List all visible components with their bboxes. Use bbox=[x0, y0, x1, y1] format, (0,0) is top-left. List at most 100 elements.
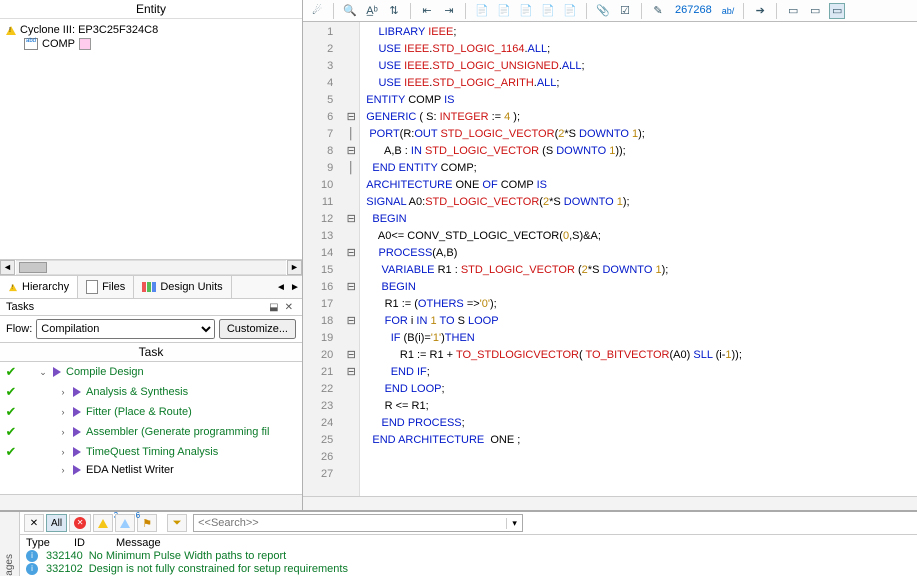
entity-comp-label: COMP bbox=[42, 38, 75, 50]
warning-icon bbox=[6, 26, 16, 35]
caret-icon[interactable]: › bbox=[58, 407, 68, 417]
warning-icon bbox=[9, 283, 17, 290]
tb-doc2-icon[interactable]: 📄 bbox=[496, 3, 512, 19]
message-table: Type ID Message i332140 No Minimum Pulse… bbox=[20, 535, 917, 576]
play-icon bbox=[53, 367, 61, 377]
caret-icon[interactable]: › bbox=[58, 465, 68, 475]
tasks-header: Tasks ⬓ ✕ bbox=[0, 299, 302, 316]
tasks-hscroll[interactable] bbox=[0, 494, 302, 510]
task-row[interactable]: ✔ › Assembler (Generate programming fil bbox=[0, 422, 302, 442]
message-filters: ✕ All ✕ 3 6 ⚑ ⏷ ▾ bbox=[20, 512, 917, 535]
tb-edit-icon[interactable]: ✎ bbox=[650, 3, 666, 19]
task-label: Compile Design bbox=[66, 366, 144, 378]
tb-find-icon[interactable]: 🔍 bbox=[342, 3, 358, 19]
task-row[interactable]: ✔ › Fitter (Place & Route) bbox=[0, 402, 302, 422]
tb-doc1-icon[interactable]: 📄 bbox=[474, 3, 490, 19]
task-label: Assembler (Generate programming fil bbox=[86, 426, 269, 438]
check-icon: ✔ bbox=[4, 404, 18, 420]
editor-hscroll[interactable] bbox=[303, 496, 917, 510]
entity-device-row[interactable]: Cyclone III: EP3C25F324C8 bbox=[6, 23, 296, 37]
fold-column[interactable]: ⊟│⊟│ ⊟ ⊟ ⊟ ⊟ ⊟⊟ bbox=[343, 22, 359, 485]
tab-files-label: Files bbox=[102, 281, 125, 293]
flow-select[interactable]: Compilation bbox=[36, 319, 215, 339]
check-icon: ✔ bbox=[4, 384, 18, 400]
entity-comp-row[interactable]: abd COMP bbox=[6, 37, 296, 51]
message-search[interactable]: ▾ bbox=[193, 514, 523, 532]
tb-attach-icon[interactable]: 📎 bbox=[595, 3, 611, 19]
tb-indent-icon[interactable]: ⇥ bbox=[441, 3, 457, 19]
task-label: Fitter (Place & Route) bbox=[86, 406, 192, 418]
task-label: Analysis & Synthesis bbox=[86, 386, 188, 398]
filter-all-button[interactable]: All bbox=[46, 514, 67, 532]
messages-side-tab[interactable]: ages bbox=[0, 512, 20, 576]
tb-cursor-icon[interactable]: ☄ bbox=[309, 3, 325, 19]
caret-icon[interactable]: ⌄ bbox=[38, 367, 48, 378]
filter-close-icon[interactable]: ✕ bbox=[24, 514, 44, 532]
pin-icon bbox=[79, 38, 91, 50]
tabs-nav-right-icon[interactable]: ► bbox=[288, 282, 302, 293]
message-row[interactable]: i332140 No Minimum Pulse Width paths to … bbox=[26, 549, 911, 562]
message-row[interactable]: i332102 Design is not fully constrained … bbox=[26, 562, 911, 575]
play-icon bbox=[73, 407, 81, 417]
tab-hierarchy-label: Hierarchy bbox=[22, 281, 69, 293]
tab-design-units-label: Design Units bbox=[160, 281, 222, 293]
tb-ab-icon[interactable]: ab/ bbox=[721, 3, 736, 19]
play-icon bbox=[73, 447, 81, 457]
tb-doc-up-icon[interactable]: 📄 bbox=[518, 3, 534, 19]
tabs-nav-left-icon[interactable]: ◄ bbox=[274, 282, 288, 293]
col-id: ID bbox=[74, 537, 114, 549]
tb-line-frac: 267268 bbox=[672, 3, 715, 19]
task-row[interactable]: › EDA Netlist Writer bbox=[0, 462, 302, 478]
play-icon bbox=[73, 427, 81, 437]
customize-button[interactable]: Customize... bbox=[219, 319, 296, 339]
flow-label: Flow: bbox=[6, 323, 32, 335]
message-search-input[interactable] bbox=[194, 517, 506, 529]
task-row[interactable]: ✔ ⌄ Compile Design bbox=[0, 362, 302, 382]
tab-files[interactable]: Files bbox=[78, 276, 134, 298]
task-table: Task ✔ ⌄ Compile Design ✔ › Analysis & Synthe… bbox=[0, 343, 302, 494]
entity-tree: Cyclone III: EP3C25F324C8 abd COMP bbox=[0, 19, 302, 259]
code-lines[interactable]: LIBRARY IEEE; USE IEEE.STD_LOGIC_1164.AL… bbox=[360, 22, 748, 496]
task-row[interactable]: ✔ › Analysis & Synthesis bbox=[0, 382, 302, 402]
tb-run-icon[interactable]: ➔ bbox=[752, 3, 768, 19]
scroll-track[interactable] bbox=[16, 260, 286, 275]
close-icon[interactable]: ✕ bbox=[282, 302, 296, 313]
code-editor[interactable]: 1234567891011121314151617181920212223242… bbox=[303, 22, 917, 496]
caret-icon[interactable]: › bbox=[58, 427, 68, 437]
filter-info-button[interactable]: 6 bbox=[115, 514, 135, 532]
filter-flag-button[interactable]: ⚑ bbox=[137, 514, 157, 532]
col-type: Type bbox=[26, 537, 72, 549]
tb-outdent-icon[interactable]: ⇤ bbox=[419, 3, 435, 19]
task-row[interactable]: ✔›TimeQuest Timing Analysis bbox=[0, 442, 302, 462]
check-icon: ✔ bbox=[4, 444, 18, 460]
task-col-header: Task bbox=[0, 343, 302, 362]
tb-view1-icon[interactable]: ▭ bbox=[785, 3, 801, 19]
tb-view3-icon[interactable]: ▭ bbox=[829, 3, 845, 19]
filter-warning-button[interactable]: 3 bbox=[93, 514, 113, 532]
tb-doc-del-icon[interactable]: 📄 bbox=[540, 3, 556, 19]
task-label: EDA Netlist Writer bbox=[86, 464, 174, 476]
file-icon bbox=[86, 280, 98, 294]
search-dropdown-icon[interactable]: ▾ bbox=[506, 518, 522, 529]
pin-icon[interactable]: ⬓ bbox=[266, 302, 281, 313]
tb-replace-icon[interactable]: A̲ᵇ bbox=[364, 3, 380, 19]
left-tabs: Hierarchy Files Design Units ◄ ► bbox=[0, 275, 302, 299]
info-icon: i bbox=[26, 563, 38, 575]
caret-icon[interactable]: › bbox=[58, 387, 68, 397]
entity-hscroll[interactable]: ◄ ► bbox=[0, 259, 302, 275]
tb-goto-icon[interactable]: ⇅ bbox=[386, 3, 402, 19]
check-icon: ✔ bbox=[4, 364, 18, 380]
entity-panel-title: Entity bbox=[0, 0, 302, 19]
scroll-left-icon[interactable]: ◄ bbox=[0, 260, 15, 275]
filter-error-button[interactable]: ✕ bbox=[69, 514, 91, 532]
caret-icon[interactable]: › bbox=[58, 447, 68, 457]
tb-view2-icon[interactable]: ▭ bbox=[807, 3, 823, 19]
scroll-right-icon[interactable]: ► bbox=[287, 260, 302, 275]
scroll-thumb[interactable] bbox=[19, 262, 47, 273]
tab-hierarchy[interactable]: Hierarchy bbox=[0, 276, 78, 298]
tab-design-units[interactable]: Design Units bbox=[134, 276, 231, 298]
tb-mark-icon[interactable]: ☑ bbox=[617, 3, 633, 19]
filter-funnel-button[interactable]: ⏷ bbox=[167, 514, 187, 532]
tb-doc-add-icon[interactable]: 📄 bbox=[562, 3, 578, 19]
check-icon: ✔ bbox=[4, 424, 18, 440]
